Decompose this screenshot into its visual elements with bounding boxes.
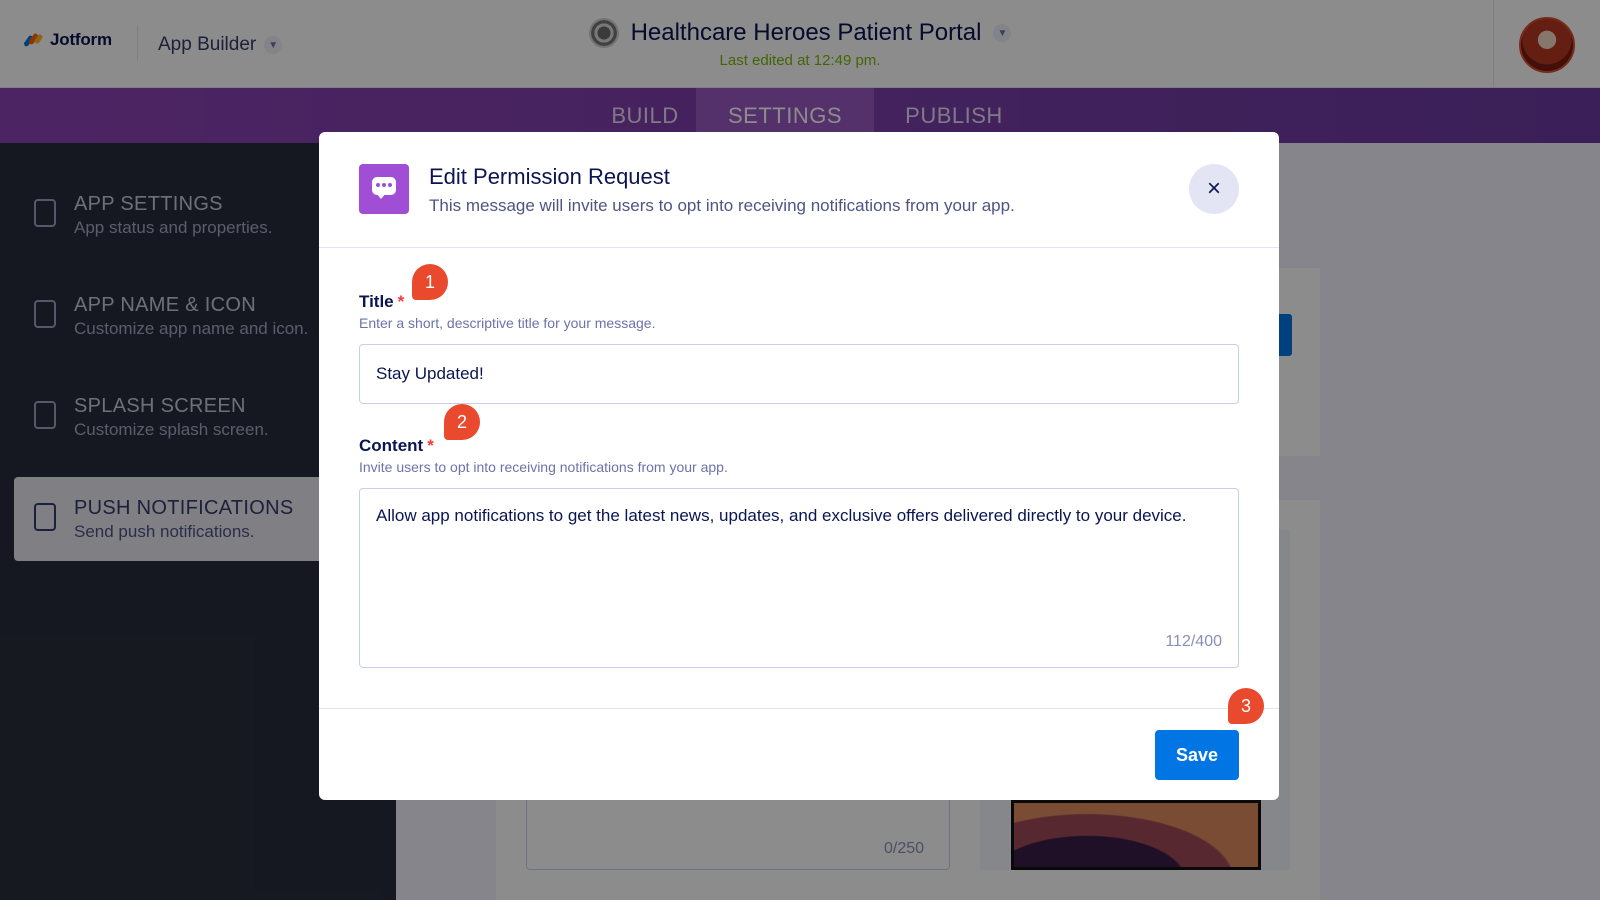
step-marker-2: 2: [444, 404, 480, 440]
content-text: Allow app notifications to get the lates…: [376, 506, 1187, 525]
content-field-help: Invite users to opt into receiving notif…: [359, 459, 728, 475]
required-mark: *: [397, 292, 405, 311]
close-button[interactable]: ×: [1189, 164, 1239, 214]
content-textarea[interactable]: Allow app notifications to get the lates…: [359, 488, 1239, 668]
edit-permission-request-modal: Edit Permission Request This message wil…: [319, 132, 1279, 800]
character-counter: 112/400: [1165, 633, 1222, 650]
save-button[interactable]: Save: [1155, 730, 1239, 780]
step-marker-1: 1: [412, 264, 448, 300]
title-field-help: Enter a short, descriptive title for you…: [359, 315, 656, 331]
modal-footer: [319, 708, 1279, 800]
title-input[interactable]: Stay Updated!: [359, 344, 1239, 404]
content-field-label: Content *: [359, 436, 434, 456]
title-label-text: Title: [359, 292, 394, 311]
step-marker-3: 3: [1228, 688, 1264, 724]
modal-subtitle: This message will invite users to opt in…: [429, 196, 1015, 215]
title-field-label: Title *: [359, 292, 404, 312]
required-mark: *: [427, 436, 434, 455]
close-icon: ×: [1206, 175, 1221, 202]
modal-header: Edit Permission Request This message wil…: [319, 132, 1279, 248]
message-edit-icon: [359, 164, 409, 214]
modal-title: Edit Permission Request: [429, 164, 670, 189]
content-label-text: Content: [359, 436, 424, 455]
